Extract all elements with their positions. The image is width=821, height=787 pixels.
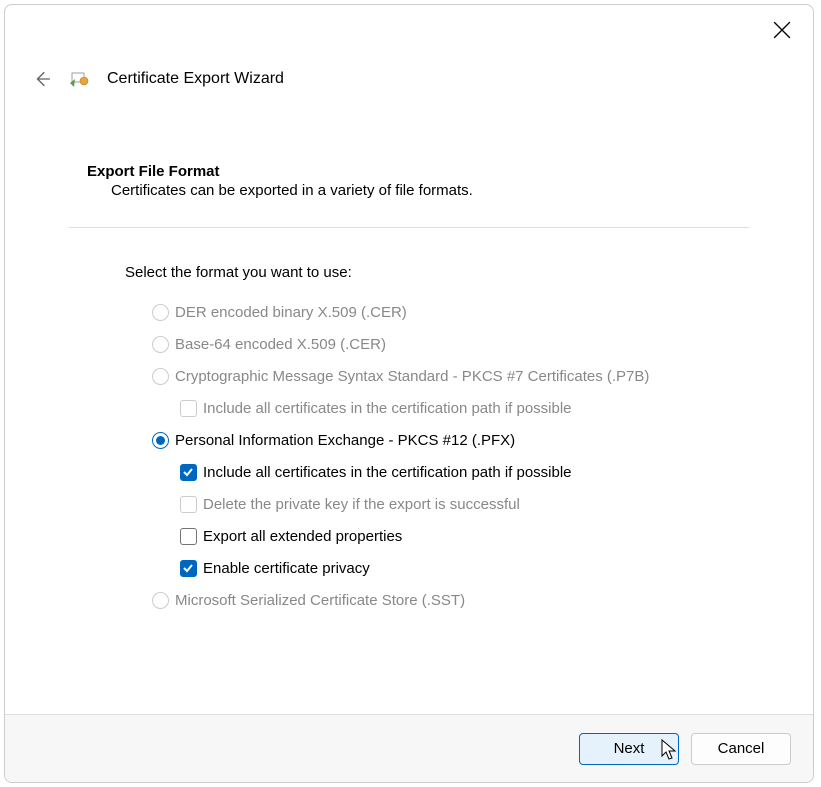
option-pkcs7-include-all: Include all certificates in the certific… — [179, 399, 749, 417]
option-sst: Microsoft Serialized Certificate Store (… — [151, 591, 749, 609]
label-pfx-delete-key: Delete the private key if the export is … — [203, 496, 520, 513]
checkbox-pfx-delete-key — [179, 495, 197, 513]
checkbox-pfx-include-all[interactable] — [179, 463, 197, 481]
option-pfx-export-ext[interactable]: Export all extended properties — [179, 527, 749, 545]
radio-base64 — [151, 335, 169, 353]
format-prompt: Select the format you want to use: — [125, 264, 749, 281]
option-pkcs7: Cryptographic Message Syntax Standard - … — [151, 367, 749, 385]
back-arrow-icon — [33, 70, 51, 88]
check-icon — [182, 562, 194, 574]
checkbox-pkcs7-include-all — [179, 399, 197, 417]
section-subtitle: Certificates can be exported in a variet… — [111, 182, 749, 199]
check-icon — [182, 466, 194, 478]
label-pfx-cert-privacy: Enable certificate privacy — [203, 560, 370, 577]
certificate-icon — [69, 69, 89, 89]
label-pfx-include-all: Include all certificates in the certific… — [203, 464, 572, 481]
option-pfx[interactable]: Personal Information Exchange - PKCS #12… — [151, 431, 749, 449]
radio-sst — [151, 591, 169, 609]
label-sst: Microsoft Serialized Certificate Store (… — [175, 592, 465, 609]
label-pkcs7-include-all: Include all certificates in the certific… — [203, 400, 572, 417]
option-der: DER encoded binary X.509 (.CER) — [151, 303, 749, 321]
checkbox-pfx-cert-privacy[interactable] — [179, 559, 197, 577]
radio-pkcs7 — [151, 367, 169, 385]
wizard-content: Export File Format Certificates can be e… — [5, 97, 813, 714]
label-pfx-export-ext: Export all extended properties — [203, 528, 402, 545]
next-button[interactable]: Next — [579, 733, 679, 765]
section-title: Export File Format — [87, 163, 749, 180]
back-button[interactable] — [33, 70, 51, 88]
close-button[interactable] — [773, 21, 791, 39]
radio-der — [151, 303, 169, 321]
cancel-button[interactable]: Cancel — [691, 733, 791, 765]
format-options: DER encoded binary X.509 (.CER) Base-64 … — [151, 303, 749, 609]
option-pfx-include-all[interactable]: Include all certificates in the certific… — [179, 463, 749, 481]
divider — [69, 227, 749, 228]
option-base64: Base-64 encoded X.509 (.CER) — [151, 335, 749, 353]
option-pfx-delete-key: Delete the private key if the export is … — [179, 495, 749, 513]
wizard-title: Certificate Export Wizard — [107, 70, 284, 88]
wizard-header: Certificate Export Wizard — [5, 61, 813, 97]
label-pkcs7: Cryptographic Message Syntax Standard - … — [175, 368, 649, 385]
label-base64: Base-64 encoded X.509 (.CER) — [175, 336, 386, 353]
close-icon — [773, 21, 791, 39]
titlebar — [5, 5, 813, 61]
wizard-footer: Next Cancel — [5, 714, 813, 782]
radio-pfx[interactable] — [151, 431, 169, 449]
label-der: DER encoded binary X.509 (.CER) — [175, 304, 407, 321]
option-pfx-cert-privacy[interactable]: Enable certificate privacy — [179, 559, 749, 577]
checkbox-pfx-export-ext[interactable] — [179, 527, 197, 545]
label-pfx: Personal Information Exchange - PKCS #12… — [175, 432, 515, 449]
wizard-window: Certificate Export Wizard Export File Fo… — [4, 4, 814, 783]
